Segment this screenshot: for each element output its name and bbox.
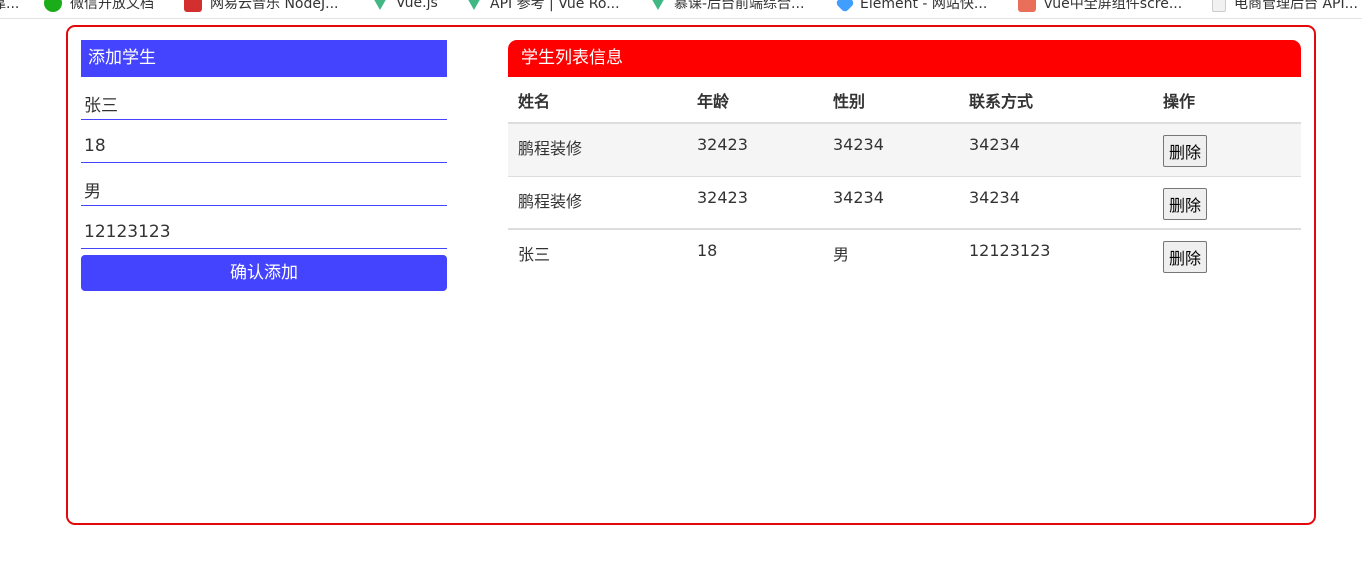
add-student-title: 添加学生 (81, 40, 447, 77)
bookmark-label: 网易云音乐 NodeJ... (210, 0, 339, 12)
cell-age: 18 (687, 228, 823, 282)
bookmark-ecommerce-api[interactable]: 电商管理后台 API... (1212, 0, 1358, 16)
delete-button[interactable]: 删除 (1163, 135, 1208, 167)
app-container: 添加学生 确认添加 学生列表信息 姓名 年龄 性别 联系方式 操作 (66, 25, 1316, 525)
cell-name: 张三 (508, 228, 687, 282)
bookmark-label: Vue.js (396, 0, 438, 11)
bookmark-label: 靠... (0, 0, 20, 12)
contact-input[interactable] (84, 222, 447, 242)
cell-contact: 12123123 (959, 228, 1153, 282)
netease-icon (184, 0, 202, 12)
jianshu-icon (1018, 0, 1036, 12)
bookmark-netease[interactable]: 网易云音乐 NodeJ... (184, 0, 338, 16)
table-row: 张三 18 男 12123123 删除 (508, 228, 1301, 282)
cell-action: 删除 (1153, 228, 1301, 282)
age-input[interactable] (84, 136, 447, 156)
cell-contact: 34234 (959, 175, 1153, 229)
cell-name: 鹏程装修 (508, 175, 687, 229)
bookmarks-bar: 靠... 微信开放文档 网易云音乐 NodeJ... Vue.js API 参考… (0, 0, 1362, 19)
vue-icon (372, 0, 388, 10)
cell-age: 32423 (687, 175, 823, 229)
vue-icon (466, 0, 482, 10)
cell-gender: 34234 (823, 122, 959, 176)
cell-age: 32423 (687, 122, 823, 176)
bookmark-element[interactable]: Element - 网站快... (835, 0, 988, 16)
column-header-contact: 联系方式 (959, 77, 1153, 124)
student-list-panel: 学生列表信息 姓名 年龄 性别 联系方式 操作 鹏程装修 32423 34234… (508, 40, 1301, 282)
column-header-age: 年龄 (687, 77, 823, 124)
cell-name: 鹏程装修 (508, 122, 687, 176)
student-table: 姓名 年龄 性别 联系方式 操作 鹏程装修 32423 34234 34234 … (508, 77, 1301, 282)
bookmark-wechat-docs[interactable]: 微信开放文档 (44, 0, 154, 16)
bookmark-label: Element - 网站快... (860, 0, 988, 12)
cell-contact: 34234 (959, 122, 1153, 176)
table-row: 鹏程装修 32423 34234 34234 删除 (508, 175, 1301, 229)
add-student-panel: 添加学生 确认添加 (81, 40, 447, 291)
table-header-row: 姓名 年龄 性别 联系方式 操作 (508, 77, 1301, 124)
bookmark-0[interactable]: 靠... (0, 0, 19, 16)
bookmark-vue-router[interactable]: API 参考 | Vue Ro... (466, 0, 620, 16)
column-header-gender: 性别 (823, 77, 959, 124)
column-header-name: 姓名 (508, 77, 687, 124)
age-field (81, 120, 447, 163)
confirm-add-button[interactable]: 确认添加 (81, 255, 447, 291)
cell-gender: 34234 (823, 175, 959, 229)
cell-action: 删除 (1153, 175, 1301, 229)
vue-icon (650, 0, 666, 10)
column-header-action: 操作 (1153, 77, 1301, 124)
bookmark-mooc[interactable]: 慕课-后台前端综合... (650, 0, 804, 16)
bookmark-label: API 参考 | Vue Ro... (490, 0, 620, 12)
wechat-icon (44, 0, 62, 12)
delete-button[interactable]: 删除 (1163, 241, 1208, 273)
name-field (81, 77, 447, 120)
bookmark-label: 电商管理后台 API... (1234, 0, 1358, 12)
bookmark-vue-fullscreen[interactable]: vue中全屏组件scre... (1018, 0, 1182, 16)
document-icon (1212, 0, 1226, 12)
student-list-title: 学生列表信息 (508, 40, 1301, 77)
cell-action: 删除 (1153, 122, 1301, 176)
name-input[interactable] (84, 93, 447, 113)
bookmark-label: vue中全屏组件scre... (1044, 0, 1183, 12)
element-icon (835, 0, 855, 13)
cell-gender: 男 (823, 228, 959, 282)
gender-field (81, 163, 447, 206)
bookmark-vuejs[interactable]: Vue.js (372, 0, 438, 16)
table-row: 鹏程装修 32423 34234 34234 删除 (508, 122, 1301, 176)
delete-button[interactable]: 删除 (1163, 187, 1208, 220)
contact-field (81, 206, 447, 249)
bookmark-label: 微信开放文档 (70, 0, 154, 12)
gender-input[interactable] (84, 179, 447, 199)
bookmark-label: 慕课-后台前端综合... (674, 0, 805, 12)
